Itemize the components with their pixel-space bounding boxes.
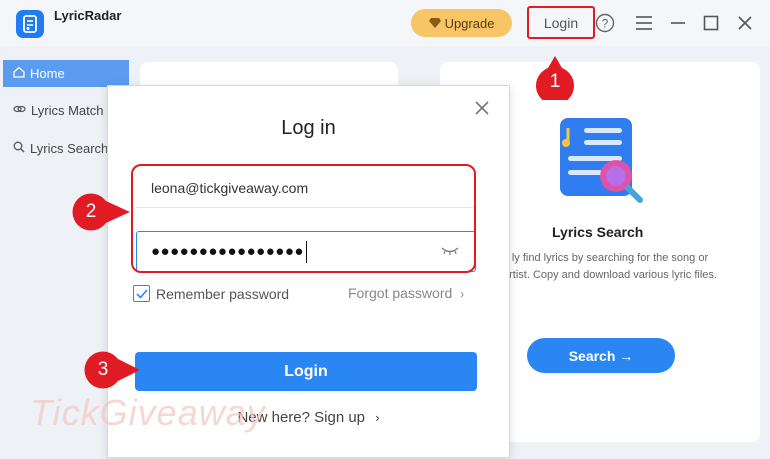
remember-checkbox[interactable] — [133, 285, 150, 302]
app-title: LyricRadar — [54, 8, 122, 23]
lyrics-search-illustration-icon — [558, 116, 646, 206]
step-number: 2 — [85, 200, 97, 222]
login-button[interactable]: Login — [135, 352, 477, 391]
maximize-icon[interactable] — [700, 12, 722, 34]
credentials-highlight — [131, 164, 476, 273]
menu-icon[interactable] — [633, 12, 655, 34]
remember-password-option[interactable]: Remember password — [133, 285, 289, 302]
link-icon — [13, 103, 26, 118]
watermark: TickGiveaway — [30, 392, 266, 433]
search-icon — [13, 141, 25, 156]
step-marker-2: 2 — [72, 193, 130, 231]
forgot-password-link[interactable]: Forgot password › — [348, 285, 464, 301]
feature-card-description: ly find lyrics by searching for the song… — [503, 252, 717, 281]
home-icon — [13, 66, 25, 81]
lyrics-search-button[interactable]: Search → — [527, 338, 675, 373]
dialog-title: Log in — [281, 117, 336, 139]
upgrade-button[interactable]: Upgrade — [411, 9, 512, 37]
chevron-right-icon: › — [460, 287, 465, 301]
feature-card-title: Lyrics Search — [552, 224, 644, 240]
forgot-password-label: Forgot password — [348, 285, 453, 301]
app-logo-icon — [16, 10, 44, 38]
diamond-icon — [428, 16, 441, 31]
sidebar-item-label: Lyrics Search — [30, 141, 109, 156]
step-marker-1: 1 — [536, 56, 574, 100]
step-marker-3: 3 — [84, 351, 140, 389]
chevron-right-icon: › — [375, 410, 380, 425]
help-icon[interactable]: ? — [594, 12, 616, 34]
sidebar-item-label: Lyrics Match — [31, 103, 104, 118]
close-icon[interactable] — [734, 12, 756, 34]
minimize-icon[interactable] — [667, 12, 689, 34]
upgrade-label: Upgrade — [444, 15, 495, 31]
remember-label: Remember password — [156, 285, 290, 302]
title-bar: LyricRadar Upgrade Login ? — [0, 0, 770, 46]
svg-text:?: ? — [602, 17, 609, 31]
step-number: 3 — [97, 358, 109, 380]
sidebar-item-label: Home — [30, 66, 65, 81]
sidebar-item-home[interactable]: Home — [3, 60, 129, 87]
header-login-button[interactable]: Login — [527, 6, 595, 39]
step-number: 1 — [549, 70, 561, 92]
